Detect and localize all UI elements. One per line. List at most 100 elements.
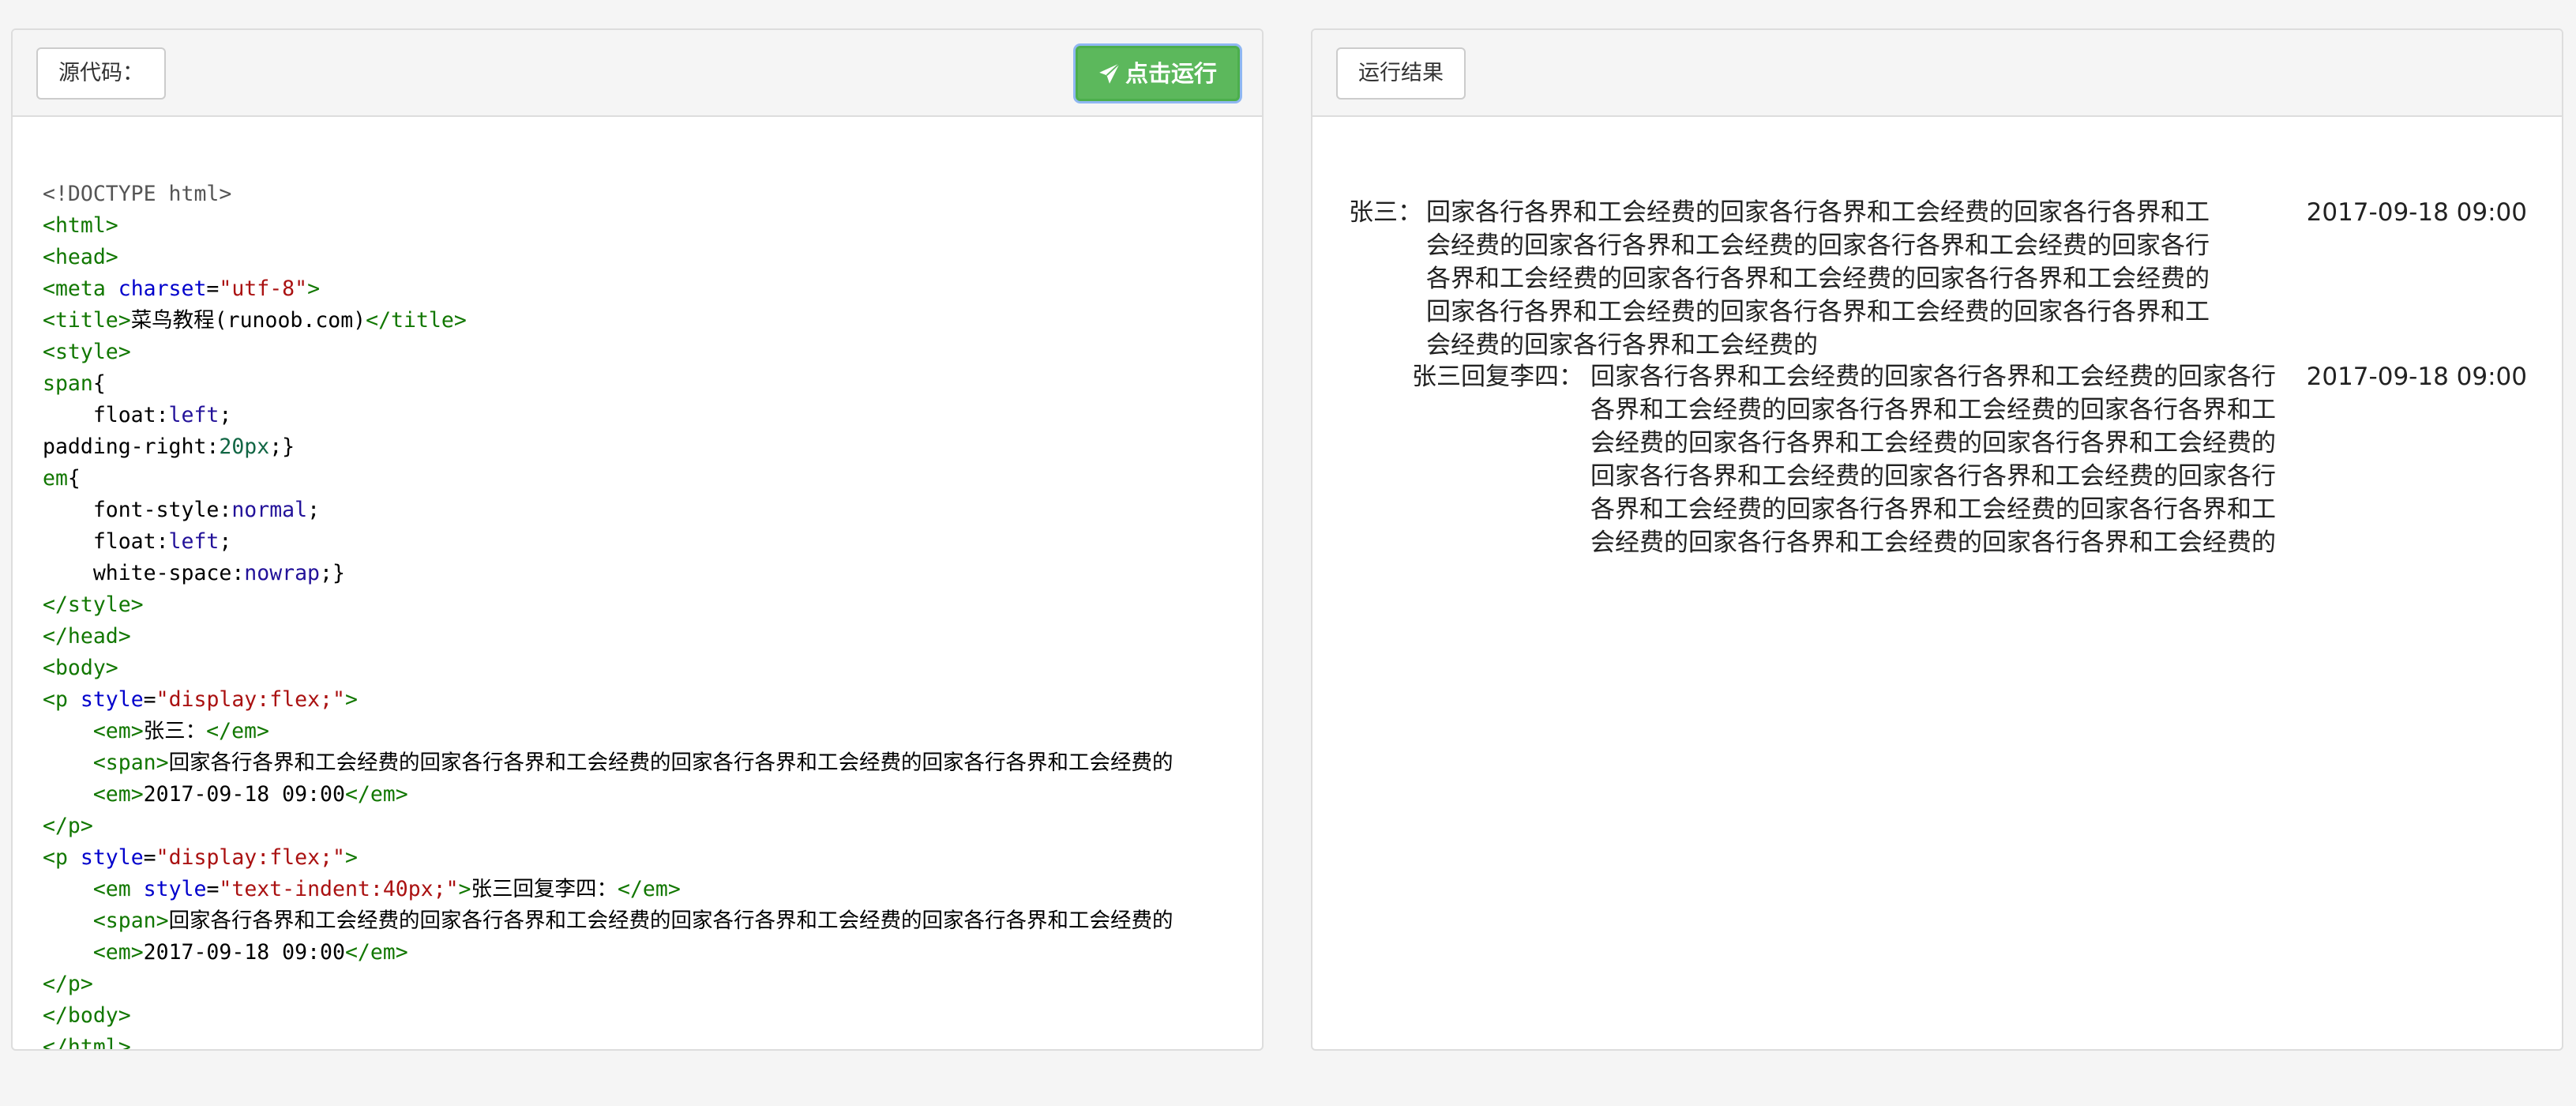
code-line: </p>: [43, 969, 1262, 1000]
code-line: white-space:nowrap;}: [43, 558, 1262, 589]
code-token: font-style:: [43, 498, 232, 522]
code-line: <em>2017-09-18 09:00</em>: [43, 779, 1262, 811]
code-line: <html>: [43, 210, 1262, 242]
code-token: <em>: [92, 782, 144, 807]
code-token: =: [143, 845, 156, 870]
source-panel-header: 源代码： 点击运行: [13, 30, 1262, 117]
code-line: </style>: [43, 589, 1262, 621]
code-token: {: [92, 371, 106, 396]
code-token: </em>: [618, 877, 681, 901]
code-line: <head>: [43, 242, 1262, 273]
code-token: <body>: [43, 656, 118, 680]
code-token: "display:flex;": [156, 687, 345, 712]
code-line: <meta charset="utf-8">: [43, 273, 1262, 305]
code-line: float:left;: [43, 526, 1262, 558]
reply-text: 回家各行各界和工会经费的回家各行各界和工会经费的回家各行各界和工会经费的回家各行…: [1590, 363, 2276, 557]
code-token: "text-indent:40px;": [219, 877, 459, 901]
code-token: <style>: [43, 340, 131, 364]
code-token: normal: [231, 498, 308, 522]
code-token: {: [67, 466, 81, 491]
code-token: </head>: [43, 624, 131, 649]
code-token: style: [80, 845, 144, 870]
code-line: <span>回家各行各界和工会经费的回家各行各界和工会经费的回家各行各界和工会经…: [43, 905, 1262, 937]
code-token: =: [143, 687, 156, 712]
code-token: >: [344, 687, 358, 712]
code-token: 菜鸟教程(runoob.com): [130, 308, 366, 333]
code-token: </html>: [43, 1035, 131, 1049]
code-token: ;: [219, 529, 232, 554]
code-line: <style>: [43, 337, 1262, 368]
code-token: white-space:: [43, 561, 245, 585]
code-line: font-style:normal;: [43, 495, 1262, 526]
code-token: <span>: [92, 908, 169, 933]
code-token: </em>: [206, 719, 269, 743]
code-token: ;: [219, 403, 232, 427]
code-token: style: [143, 877, 207, 901]
code-line: <p style="display:flex;">: [43, 842, 1262, 874]
code-token: <span>: [92, 750, 169, 775]
code-token: 张三：: [143, 719, 207, 743]
result-panel-header: 运行结果: [1312, 30, 2562, 117]
code-token: =: [206, 276, 220, 301]
code-token: left: [168, 529, 220, 554]
code-token: </p>: [43, 814, 93, 838]
run-button[interactable]: 点击运行: [1075, 46, 1240, 101]
code-token: 回家各行各界和工会经费的回家各行各界和工会经费的回家各行各界和工会经费的回家各行…: [168, 750, 1173, 775]
code-line: padding-right:20px;}: [43, 431, 1262, 463]
code-token: charset: [118, 276, 207, 301]
code-token: <!DOCTYPE html>: [43, 182, 232, 206]
reply-author: 张三回复李四：: [1412, 363, 1583, 391]
code-token: </title>: [366, 308, 467, 333]
reply-time: 2017-09-18 09:00: [2306, 363, 2527, 391]
code-line: <title>菜鸟教程(runoob.com)</title>: [43, 305, 1262, 337]
code-line: </head>: [43, 621, 1262, 653]
code-token: </em>: [344, 782, 408, 807]
code-line: <em>2017-09-18 09:00</em>: [43, 937, 1262, 969]
code-token: float:: [43, 403, 169, 427]
code-token: 2017-09-18 09:00: [143, 940, 345, 965]
paper-plane-icon: [1099, 62, 1121, 84]
code-token: <em>: [92, 719, 144, 743]
code-token: <p: [43, 687, 81, 712]
code-token: <em>: [92, 940, 144, 965]
result-panel: 运行结果 张三： 回家各行各界和工会经费的回家各行各界和工会经费的回家各行各界和…: [1311, 28, 2563, 1051]
source-code-panel: 源代码： 点击运行 <!DOCTYPE html> <html> <head> <me…: [11, 28, 1264, 1051]
code-token: <p: [43, 845, 81, 870]
code-token: 回家各行各界和工会经费的回家各行各界和工会经费的回家各行各界和工会经费的回家各行…: [168, 908, 1173, 933]
result-label: 运行结果: [1336, 47, 1466, 100]
comment-author: 张三：: [1349, 198, 1422, 227]
run-button-label: 点击运行: [1125, 60, 1217, 87]
code-token: </p>: [43, 972, 93, 996]
code-token: "utf-8": [219, 276, 308, 301]
comment-time: 2017-09-18 09:00: [2306, 198, 2527, 227]
code-editor[interactable]: <!DOCTYPE html> <html> <head> <meta charset…: [13, 118, 1262, 1049]
code-line: <p style="display:flex;">: [43, 684, 1262, 716]
code-token: =: [206, 877, 220, 901]
code-token: <head>: [43, 245, 118, 269]
code-token: 张三回复李四：: [471, 877, 618, 901]
code-token: padding-right:: [43, 434, 220, 459]
code-token: ;}: [269, 434, 295, 459]
code-line: <em style="text-indent:40px;">张三回复李四：</e…: [43, 874, 1262, 905]
code-token: </style>: [43, 592, 144, 617]
code-line: <body>: [43, 653, 1262, 684]
code-line: em{: [43, 463, 1262, 495]
comment-text: 回家各行各界和工会经费的回家各行各界和工会经费的回家各行各界和工会经费的回家各行…: [1426, 198, 2210, 359]
code-token: <meta: [43, 276, 118, 301]
code-token: <html>: [43, 213, 118, 238]
code-line: </p>: [43, 811, 1262, 842]
source-code-label: 源代码：: [36, 47, 166, 100]
code-line: <!DOCTYPE html>: [43, 179, 1262, 210]
code-token: ;: [307, 498, 321, 522]
code-token: >: [344, 845, 358, 870]
code-token: nowrap: [244, 561, 321, 585]
code-token: em: [43, 466, 68, 491]
code-token: ;}: [320, 561, 345, 585]
code-token: <title>: [43, 308, 131, 333]
code-token: 2017-09-18 09:00: [143, 782, 345, 807]
code-line: <span>回家各行各界和工会经费的回家各行各界和工会经费的回家各行各界和工会经…: [43, 747, 1262, 779]
